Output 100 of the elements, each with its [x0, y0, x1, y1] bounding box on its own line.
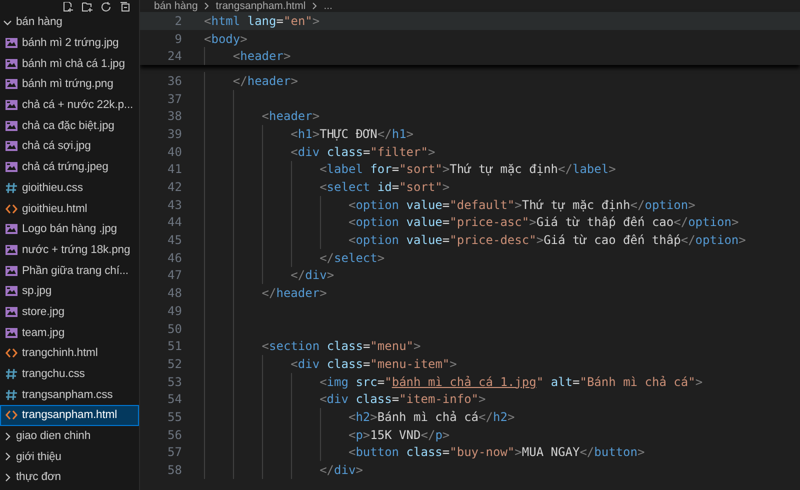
code-text: <button class="buy-now">MUA NGAY</button>: [204, 444, 645, 462]
new-file-icon[interactable]: [63, 2, 74, 12]
code-text: <select id="sort">: [204, 178, 450, 196]
image-file-icon: [5, 99, 18, 112]
image-file-icon: [5, 37, 18, 50]
line-number: 45: [166, 233, 183, 248]
file-item[interactable]: Logo bán hàng .jpg: [0, 218, 139, 240]
folder-item[interactable]: giới thiệu: [0, 446, 139, 468]
line-number: 58: [166, 463, 183, 478]
hash-icon: [5, 182, 18, 194]
line-number: 56: [166, 428, 183, 442]
chevron-right-icon: [312, 2, 318, 10]
line-number: 9: [174, 32, 183, 46]
code-text: </header>: [204, 284, 327, 302]
image-file-icon: [5, 285, 18, 298]
line-number: 48: [166, 286, 183, 300]
refresh-icon[interactable]: [101, 2, 112, 12]
file-item[interactable]: trangsanpham.css: [0, 384, 139, 406]
file-item[interactable]: chả cá trứng.jpeg: [0, 156, 139, 178]
code-text: </select>: [204, 248, 385, 267]
collapse-icon[interactable]: [120, 2, 131, 12]
line-number: 38: [166, 109, 183, 124]
code-text: <h2>Bánh mì chả cá</h2>: [204, 408, 515, 426]
code-text: <body>: [204, 30, 248, 48]
code-text: <h1>THỰC ĐƠN</h1>: [204, 125, 414, 143]
image-file-icon: [5, 326, 18, 339]
line-number: 47: [166, 268, 183, 282]
hash-icon: [5, 368, 18, 380]
file-item[interactable]: team.jpg: [0, 322, 139, 343]
file-item[interactable]: trangchinh.html: [0, 343, 139, 364]
image-file-icon: [5, 264, 18, 277]
code-text: <option value="price-asc">Giá từ thấp đến cao</option>: [204, 214, 739, 232]
folder-item[interactable]: thực đơn: [0, 467, 139, 488]
chevron-right-icon: [204, 2, 210, 10]
image-file-icon: [5, 161, 18, 174]
code-text: </div>: [204, 461, 363, 479]
code-text: <div class="filter">: [204, 142, 436, 160]
file-item[interactable]: chả ca đặc biệt.jpg: [0, 115, 139, 136]
code-brackets-icon: [5, 347, 18, 360]
line-number: 40: [166, 144, 183, 159]
folder-item[interactable]: giao dien chinh: [0, 426, 139, 446]
file-item[interactable]: gioithieu.html: [0, 198, 139, 219]
line-number: 44: [166, 215, 183, 230]
line-number: 24: [166, 49, 183, 64]
code-text: <p>15K VND</p>: [204, 426, 450, 444]
line-number: 55: [166, 410, 183, 424]
code-text: <img src="bánh mì chả cá 1.jpg" alt="Bánh mì chả cá">: [204, 372, 703, 390]
code-text: <label for="sort">Thứ tự mặc định</label>: [204, 160, 616, 178]
image-file-icon: [5, 58, 18, 70]
file-item[interactable]: Phần giữa trang chí...: [0, 260, 139, 281]
line-number: 49: [166, 304, 183, 318]
hash-icon: [5, 388, 18, 401]
line-number: 53: [166, 374, 183, 389]
line-number: 37: [166, 92, 183, 106]
code-text: <header>: [204, 107, 320, 126]
code-text: <option value="price-desc">Giá từ cao đến thấp</option>: [204, 231, 746, 249]
file-item[interactable]: sp.jpg: [0, 280, 139, 302]
line-number: 46: [166, 250, 183, 265]
code-brackets-icon: [5, 409, 18, 422]
file-item[interactable]: store.jpg: [0, 302, 139, 322]
file-item[interactable]: chả cá + nước 22k.p...: [0, 94, 139, 116]
file-item[interactable]: bánh mì chả cá 1.jpg: [0, 53, 139, 74]
file-item[interactable]: bánh mì 2 trứng.jpg: [0, 32, 139, 54]
breadcrumb-item[interactable]: ...: [324, 0, 332, 12]
code-text: <header>: [204, 47, 291, 66]
file-item[interactable]: trangchu.css: [0, 364, 139, 384]
file-item[interactable]: bánh mì trứng.png: [0, 74, 139, 95]
image-file-icon: [5, 140, 18, 152]
code-text: <html lang="en">: [204, 12, 320, 30]
code-text: <div class="item-info">: [204, 390, 486, 408]
file-item[interactable]: gioithieu.css: [0, 178, 139, 198]
line-number: 43: [166, 198, 183, 212]
image-file-icon: [5, 306, 18, 318]
image-file-icon: [5, 78, 18, 90]
line-number: 52: [166, 356, 183, 371]
file-item[interactable]: trangsanpham.html: [0, 405, 139, 426]
line-number: 2: [174, 14, 183, 28]
file-item[interactable]: chả cá sợi.jpg: [0, 136, 139, 157]
line-number: 36: [166, 74, 183, 88]
code-brackets-icon: [5, 202, 18, 215]
code-text: <option value="default">Thứ tự mặc định</option>: [204, 196, 696, 214]
code-text: <section class="menu">: [204, 337, 421, 356]
line-number: 50: [166, 322, 183, 336]
line-number: 57: [166, 445, 183, 460]
image-file-icon: [5, 244, 18, 256]
code-text: </div>: [204, 266, 334, 284]
code-text: </header>: [204, 72, 298, 90]
line-number: 51: [166, 339, 183, 354]
image-file-icon: [5, 120, 18, 132]
image-file-icon: [5, 223, 18, 236]
breadcrumb-item[interactable]: trangsanpham.html: [216, 0, 306, 12]
code-text: <div class="menu-item">: [204, 355, 457, 373]
breadcrumb-item[interactable]: bán hàng: [154, 0, 198, 12]
line-number: 42: [166, 180, 183, 194]
line-number: 39: [166, 126, 183, 141]
new-folder-icon[interactable]: [82, 2, 93, 12]
folder-item[interactable]: bán hàng: [0, 12, 139, 33]
line-number: 41: [166, 162, 183, 176]
line-number: 54: [166, 392, 183, 406]
file-item[interactable]: nước + trứng 18k.png: [0, 240, 139, 260]
